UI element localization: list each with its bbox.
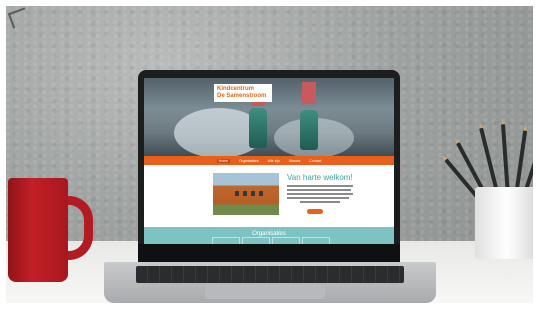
site-nav: Home Organisaties Wie zijn Nieuws Contac… [144, 156, 394, 165]
building-photo [213, 173, 279, 215]
intro-text-line [287, 185, 353, 187]
nav-nieuws[interactable]: Nieuws [289, 159, 300, 163]
organisation-card[interactable] [212, 237, 240, 244]
logo-line1: Kindcentrum [217, 86, 255, 92]
intro-text-line [287, 189, 351, 191]
site-logo[interactable]: Kindcentrum De Samenstroom [214, 84, 272, 102]
organisation-card[interactable] [302, 237, 330, 244]
building-window [259, 191, 263, 196]
intro-text-line [287, 193, 353, 195]
hero-banner: Kindcentrum De Samenstroom [144, 78, 394, 156]
laptop-screen: Kindcentrum De Samenstroom Home Organisa… [144, 78, 394, 244]
read-more-button[interactable] [307, 209, 323, 214]
nav-contact[interactable]: Contact [309, 159, 321, 163]
logo-line2: De Samenstroom [217, 93, 267, 99]
laptop-trackpad [205, 285, 325, 299]
organisations-section: Organisaties [144, 227, 394, 244]
nav-organisaties[interactable]: Organisaties [239, 159, 259, 163]
building-window [235, 191, 239, 196]
rain-boot [249, 108, 267, 148]
laptop-hinge [138, 244, 400, 264]
intro-text-line [300, 201, 340, 203]
welcome-section: Van harte welkom! [144, 165, 394, 227]
intro-text-line [287, 197, 349, 199]
building-window [243, 191, 247, 196]
organisation-card[interactable] [272, 237, 300, 244]
child-leg [302, 82, 316, 104]
organisation-card[interactable] [242, 237, 270, 244]
nav-wie-zijn[interactable]: Wie zijn [268, 159, 280, 163]
rain-boot [300, 110, 318, 150]
building-window [251, 191, 255, 196]
pencil-cup [475, 187, 533, 259]
red-mug [8, 178, 68, 282]
laptop-keyboard [136, 266, 404, 283]
welcome-heading: Van harte welkom! [287, 173, 353, 182]
nav-home[interactable]: Home [216, 158, 230, 163]
